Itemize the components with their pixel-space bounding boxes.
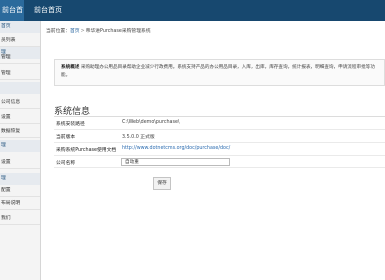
sidebar-item-settings[interactable]: 设置 — [0, 112, 40, 124]
docs-label: 采购系统Purchase使用文档 — [56, 148, 117, 153]
notice-title: 系统概述 — [61, 65, 80, 70]
info-row-docs: 采购系统Purchase使用文档 http://www.dotnetcms.or… — [54, 143, 385, 156]
save-button[interactable]: 保存 — [153, 177, 171, 190]
tab-frontend-home-active[interactable]: 前台首页 — [0, 0, 24, 35]
install-path-label: 系统安装路径 — [56, 122, 85, 127]
sidebar-item-about-us[interactable]: 我们 — [0, 213, 40, 225]
sidebar-item-manage-1[interactable]: 管理 — [0, 52, 40, 64]
version-label: 当前版本 — [56, 135, 76, 140]
info-row-install-path: 系统安装路径 C:\Web\demo\purchase\ — [54, 117, 385, 130]
main-content: 当前位置：首页>帝华进Purchase采购管理系统 系统概述 采购助理办公用品目… — [41, 21, 385, 280]
breadcrumb-current: 帝华进Purchase采购管理系统 — [85, 29, 151, 34]
sidebar-item-data-restore[interactable]: 数据恢复 — [0, 126, 40, 138]
info-row-company-name: 公司名称 — [54, 156, 385, 168]
sidebar-group-manage-3[interactable]: 理 — [0, 173, 40, 185]
system-overview-notice: 系统概述 采购助理办公用品目录帮助企业减少行政费用。系统支持产品的办公用品目录，… — [54, 59, 385, 86]
sidebar-item-company-info[interactable]: 公司信息 — [0, 97, 40, 109]
company-name-input[interactable] — [121, 158, 230, 166]
notice-text: 采购助理办公用品目录帮助企业减少行政费用。系统支持产品的办公用品目录，入库，出库… — [61, 65, 375, 78]
breadcrumb: 当前位置：首页>帝华进Purchase采购管理系统 — [46, 27, 151, 34]
sidebar-item-manage-2[interactable]: 管理 — [0, 68, 40, 80]
sidebar-item-home[interactable]: 首页 — [0, 21, 40, 33]
sidebar-item-config[interactable]: 配置 — [0, 185, 40, 197]
sidebar: 首页 员列表 理 管理 管理 公司信息 设置 数据恢复 理 设置 理 配置 布局… — [0, 21, 41, 280]
sidebar-item-settings-2[interactable]: 设置 — [0, 157, 40, 169]
sidebar-item-staff-list[interactable]: 员列表 — [0, 35, 40, 47]
company-name-label: 公司名称 — [56, 161, 76, 166]
install-path-value: C:\Web\demo\purchase\ — [122, 120, 180, 125]
docs-link[interactable]: http://www.dotnetcms.org/doc/purchase/do… — [122, 146, 230, 151]
breadcrumb-prefix: 当前位置： — [46, 29, 70, 34]
tab-frontend-home[interactable]: 前台首页 — [34, 0, 62, 21]
sidebar-group-manage-2[interactable]: 理 — [0, 140, 40, 152]
sidebar-item-layout-help[interactable]: 布局说明 — [0, 198, 40, 210]
top-navigation-bar: 前台首页 前台首页 — [0, 0, 385, 35]
sidebar-group-system[interactable] — [0, 82, 40, 94]
breadcrumb-home-link[interactable]: 首页 — [70, 29, 80, 34]
version-value: 3.5.0.0 正式版 — [122, 135, 155, 140]
system-info-table: 系统安装路径 C:\Web\demo\purchase\ 当前版本 3.5.0.… — [54, 117, 385, 168]
info-row-version: 当前版本 3.5.0.0 正式版 — [54, 130, 385, 143]
